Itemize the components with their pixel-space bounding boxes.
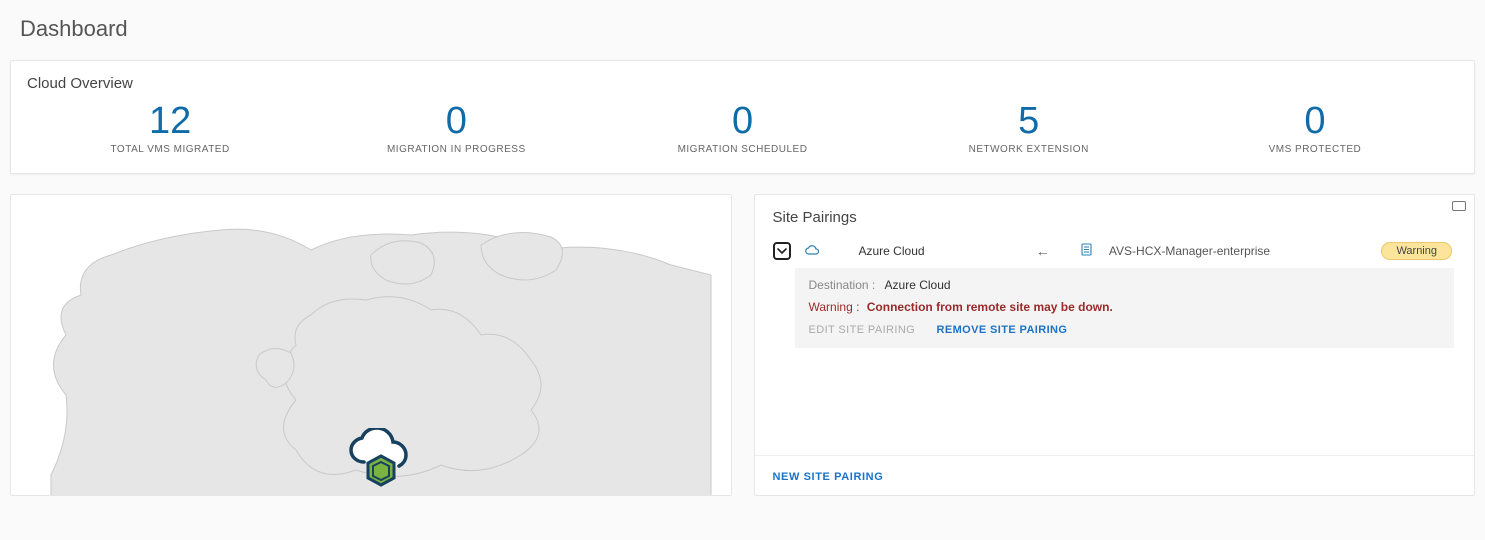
pairing-destination-name: AVS-HCX-Manager-enterprise <box>1109 244 1270 258</box>
cloud-overview-card: Cloud Overview 12 TOTAL VMS MIGRATED 0 M… <box>10 60 1475 174</box>
warning-message: Connection from remote site may be down. <box>867 300 1113 314</box>
site-pairings-panel: Site Pairings Azure Cloud ← AVS-HCX-Mana… <box>754 194 1476 496</box>
destination-label: Destination : <box>809 278 876 292</box>
chevron-down-icon[interactable] <box>773 242 791 260</box>
stat-value: 12 <box>27 102 313 140</box>
stat-value: 0 <box>1172 102 1458 140</box>
cloud-overview-title: Cloud Overview <box>27 75 1458 92</box>
stat-label: NETWORK EXTENSION <box>886 144 1172 155</box>
cloud-marker-icon[interactable] <box>346 428 416 488</box>
datacenter-icon <box>1080 243 1093 259</box>
arrow-left-icon: ← <box>1036 243 1050 259</box>
new-site-pairing-button[interactable]: NEW SITE PAIRING <box>773 471 884 483</box>
stat-total-vms-migrated[interactable]: 12 TOTAL VMS MIGRATED <box>27 102 313 155</box>
map-panel[interactable] <box>10 194 732 496</box>
warning-label: Warning : <box>809 300 860 314</box>
pairing-row[interactable]: Azure Cloud ← AVS-HCX-Manager-enterprise… <box>755 232 1475 268</box>
site-pairings-title: Site Pairings <box>755 195 1475 232</box>
cloud-icon <box>805 244 819 259</box>
expand-icon[interactable] <box>1452 201 1466 211</box>
stat-migration-in-progress[interactable]: 0 MIGRATION IN PROGRESS <box>313 102 599 155</box>
edit-site-pairing-button: EDIT SITE PAIRING <box>809 324 916 336</box>
stat-label: VMS PROTECTED <box>1172 144 1458 155</box>
remove-site-pairing-button[interactable]: REMOVE SITE PAIRING <box>936 324 1067 336</box>
stat-value: 0 <box>313 102 599 140</box>
stat-network-extension[interactable]: 5 NETWORK EXTENSION <box>886 102 1172 155</box>
pairing-source-name: Azure Cloud <box>859 244 925 258</box>
page-title: Dashboard <box>20 16 1475 42</box>
status-badge: Warning <box>1381 242 1452 260</box>
destination-value: Azure Cloud <box>885 278 951 292</box>
stat-value: 5 <box>886 102 1172 140</box>
stat-label: MIGRATION IN PROGRESS <box>313 144 599 155</box>
stat-value: 0 <box>599 102 885 140</box>
stat-label: MIGRATION SCHEDULED <box>599 144 885 155</box>
stat-migration-scheduled[interactable]: 0 MIGRATION SCHEDULED <box>599 102 885 155</box>
stat-label: TOTAL VMS MIGRATED <box>27 144 313 155</box>
pairing-detail: Destination : Azure Cloud Warning : Conn… <box>795 268 1455 348</box>
stat-vms-protected[interactable]: 0 VMS PROTECTED <box>1172 102 1458 155</box>
